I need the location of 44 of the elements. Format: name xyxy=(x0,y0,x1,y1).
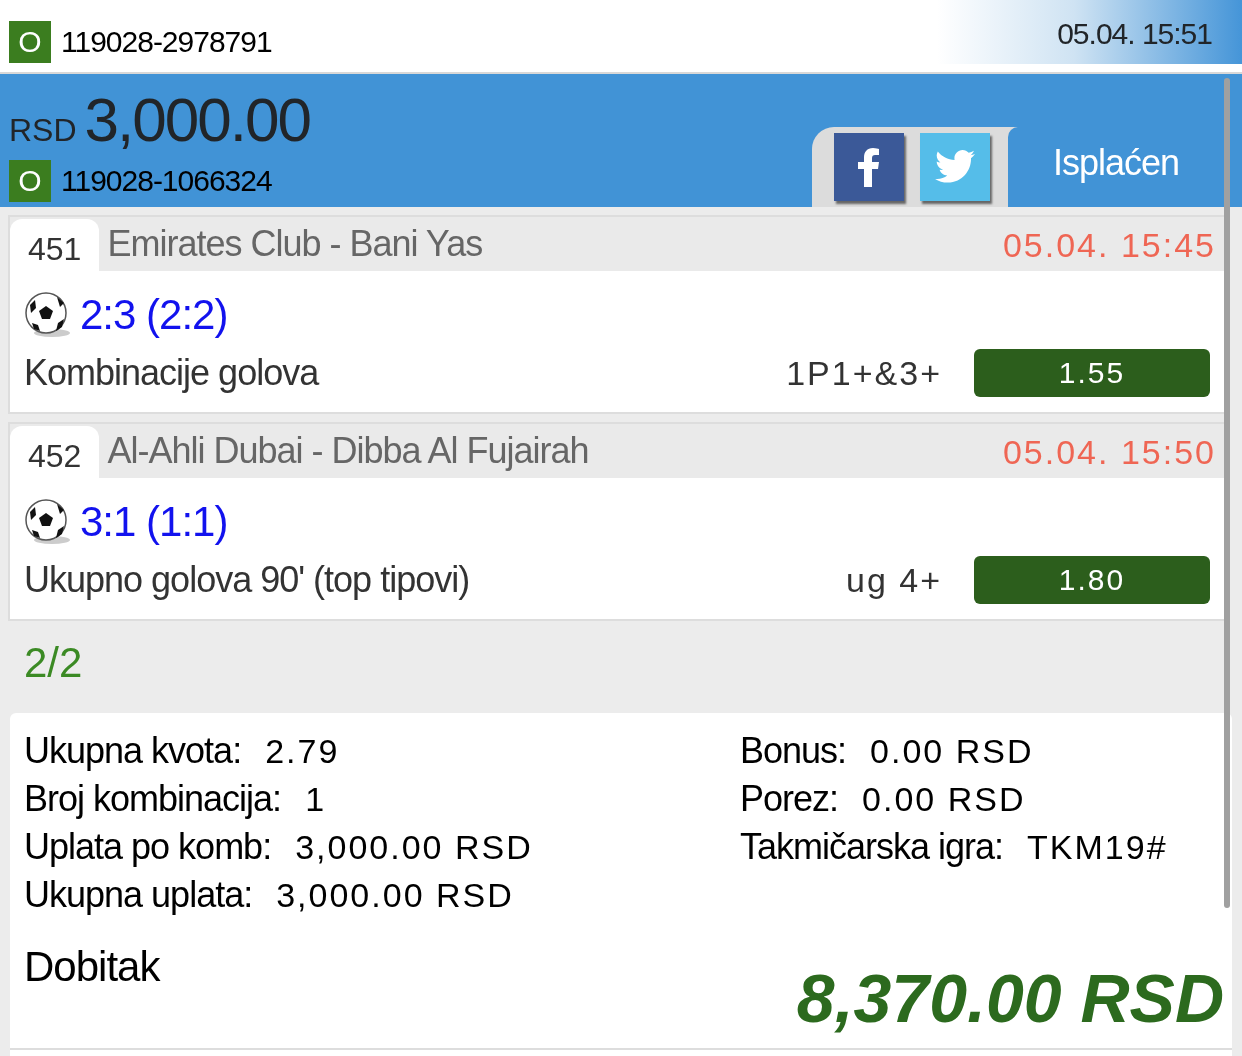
event-number: 451 xyxy=(10,219,100,271)
bet-market: Kombinacije golova xyxy=(24,351,320,395)
bird-icon xyxy=(935,150,975,184)
stake-amount: 3,000.00 xyxy=(84,89,310,151)
summary-value: 1 xyxy=(305,778,327,820)
bet-market: Ukupno golova 90' (top tipovi) xyxy=(24,558,471,602)
summary-label: Uplata po komb: xyxy=(24,825,272,869)
status-tab[interactable]: Isplaćen xyxy=(1008,127,1224,207)
soccer-ball-icon xyxy=(24,497,72,546)
match-time: 05.04. 15:50 xyxy=(1002,432,1216,473)
summary-label: Broj kombinacija: xyxy=(24,777,282,821)
summary-value: 0.00 RSD xyxy=(862,778,1026,820)
currency-label: RSD xyxy=(9,111,77,150)
summary-value: 3,000.00 RSD xyxy=(276,874,514,916)
win-label: Dobitak xyxy=(24,942,160,992)
match-teams: Al-Ahli Dubai - Dibba Al Fujairah xyxy=(107,429,590,473)
odds-value: 1.80 xyxy=(974,556,1210,604)
facebook-share-button[interactable] xyxy=(834,133,904,201)
summary-value: 2.79 xyxy=(265,730,340,772)
match-score: 2:3 (2:2) xyxy=(80,290,228,340)
ticket-time: 05.04. 15:51 xyxy=(1057,16,1212,52)
ticket-type-badge: O xyxy=(9,20,51,63)
ticket-type-badge: O xyxy=(9,159,51,202)
summary-value: TKM19# xyxy=(1027,826,1168,868)
result-count: 2/2 xyxy=(23,638,84,688)
win-amount: 8,370.00 RSD xyxy=(796,959,1224,1038)
odds-value: 1.55 xyxy=(974,349,1210,397)
summary-value: 0.00 RSD xyxy=(870,730,1034,772)
summary-label: Ukupna kvota: xyxy=(24,729,242,773)
summary-label: Bonus: xyxy=(740,729,847,773)
summary-label: Takmičarska igra: xyxy=(740,825,1004,869)
match-score: 3:1 (1:1) xyxy=(80,497,228,547)
match-teams: Emirates Club - Bani Yas xyxy=(107,222,484,266)
ticket-code[interactable]: 119028-1066324 xyxy=(61,158,272,203)
summary-label: Ukupna uplata: xyxy=(24,873,253,917)
bet-pick: 1P1+&3+ xyxy=(786,352,942,394)
event-number: 452 xyxy=(10,426,100,478)
facebook-icon xyxy=(858,147,880,187)
match-time: 05.04. 15:45 xyxy=(1002,225,1216,266)
soccer-ball-icon xyxy=(24,290,72,339)
ticket-code[interactable]: 119028-2978791 xyxy=(61,19,272,64)
summary-label: Porez: xyxy=(740,777,839,821)
bet-pick: ug 4+ xyxy=(845,559,942,601)
summary-value: 3,000.00 RSD xyxy=(295,826,533,868)
